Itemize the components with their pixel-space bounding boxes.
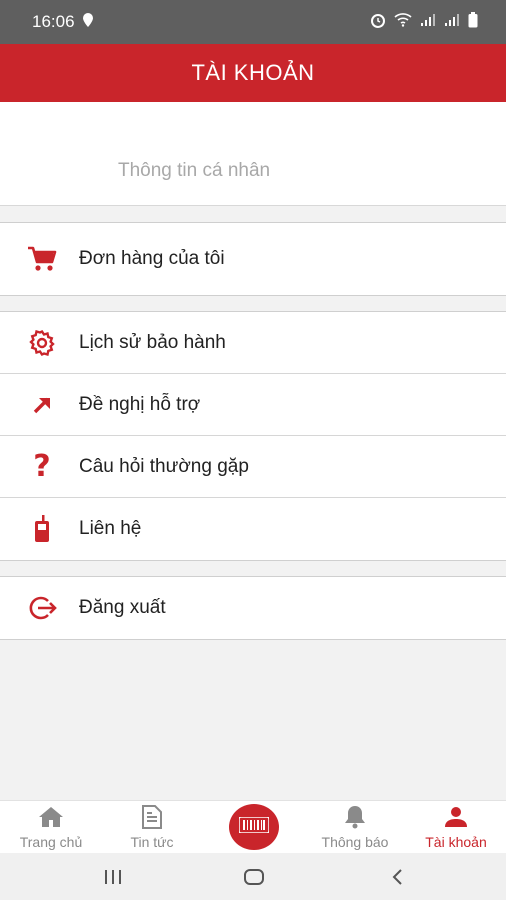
menu-group-orders: Đơn hàng của tôi: [0, 222, 506, 296]
nav-label: Tài khoản: [425, 834, 487, 850]
app-header: TÀI KHOẢN: [0, 44, 506, 102]
status-left: 16:06: [32, 12, 93, 32]
profile-info-label[interactable]: Thông tin cá nhân: [118, 160, 270, 182]
home-button-icon[interactable]: [239, 865, 269, 889]
back-icon[interactable]: [382, 865, 412, 889]
nav-item-account[interactable]: Tài khoản: [414, 801, 498, 854]
phone-icon: [26, 513, 58, 545]
signal-icon-1: [420, 12, 436, 32]
system-nav-bar: [0, 853, 506, 900]
scan-barcode-button[interactable]: [229, 804, 279, 850]
nav-label: Tin tức: [130, 834, 174, 850]
gear-icon: [26, 327, 58, 359]
menu-label: Liên hệ: [79, 518, 142, 539]
nav-label: Trang chủ: [19, 834, 83, 850]
home-icon: [38, 804, 64, 830]
menu-item-support-request[interactable]: Đề nghị hỗ trợ: [0, 374, 506, 436]
menu-label: Đơn hàng của tôi: [79, 248, 225, 269]
wifi-icon: [394, 12, 412, 32]
nav-item-news[interactable]: Tin tức: [112, 801, 192, 854]
menu-group-logout: Đăng xuất: [0, 576, 506, 640]
arrow-up-right-icon: [26, 389, 58, 421]
status-bar: 16:06: [0, 0, 506, 44]
status-right: [370, 11, 478, 33]
nav-label: Thông báo: [321, 834, 389, 850]
profile-section[interactable]: Thông tin cá nhân: [0, 102, 506, 206]
user-icon: [443, 804, 469, 830]
menu-label: Đề nghị hỗ trợ: [79, 393, 201, 415]
status-time: 16:06: [32, 12, 75, 31]
bottom-nav: Trang chủ Tin tức Thông báo Tài khoản: [0, 800, 506, 853]
menu-item-my-orders[interactable]: Đơn hàng của tôi: [0, 223, 506, 295]
barcode-scan-icon: [238, 815, 270, 838]
bell-icon: [342, 804, 368, 830]
signal-icon-2: [444, 12, 460, 32]
menu-item-logout[interactable]: Đăng xuất: [0, 577, 506, 639]
menu-item-faq[interactable]: ? Câu hỏi thường gặp: [0, 436, 506, 498]
question-icon: ?: [33, 448, 51, 484]
menu-label: Đăng xuất: [79, 597, 166, 618]
menu-item-warranty-history[interactable]: Lịch sử bảo hành: [0, 312, 506, 374]
alarm-icon: [370, 12, 386, 33]
nav-item-home[interactable]: Trang chủ: [10, 801, 92, 854]
location-pin-icon: [82, 12, 93, 32]
nav-item-notifications[interactable]: Thông báo: [312, 801, 398, 854]
battery-icon: [468, 11, 478, 33]
recent-apps-icon[interactable]: [98, 865, 128, 889]
logout-icon: [26, 592, 58, 624]
menu-group-support: Lịch sử bảo hành Đề nghị hỗ trợ ? Câu hỏ…: [0, 311, 506, 561]
cart-icon: [26, 243, 58, 275]
page-title: TÀI KHOẢN: [191, 60, 315, 85]
menu-label: Câu hỏi thường gặp: [79, 455, 249, 477]
menu-item-contact[interactable]: Liên hệ: [0, 498, 506, 560]
news-icon: [139, 804, 165, 830]
menu-label: Lịch sử bảo hành: [79, 331, 226, 353]
